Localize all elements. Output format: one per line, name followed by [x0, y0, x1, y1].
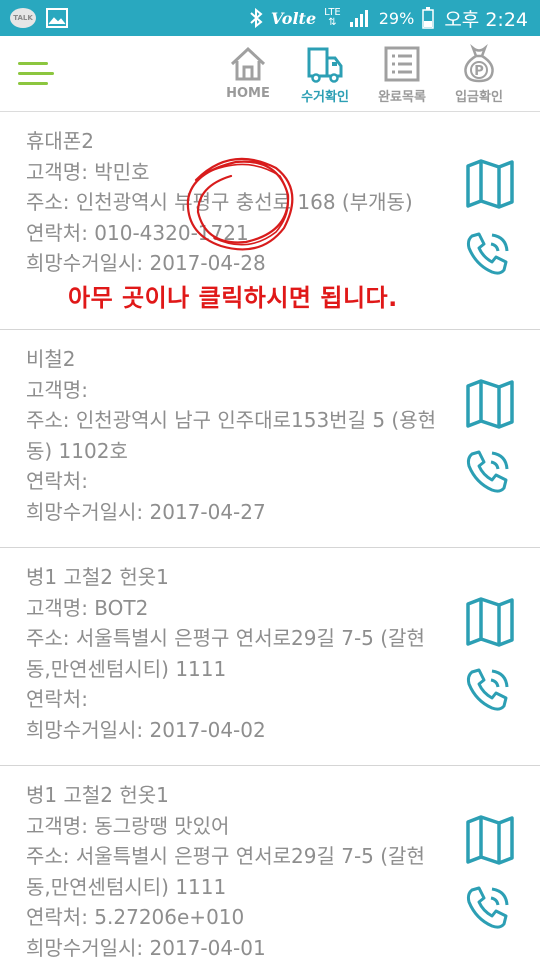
map-icon[interactable] [464, 596, 516, 648]
kakaotalk-icon-label: TALK [13, 14, 33, 22]
item-customer: 고객명: BOT2 [26, 595, 149, 620]
gallery-icon [46, 8, 68, 28]
item-title: 비철2 [26, 347, 76, 371]
battery-percent: 29% [378, 8, 415, 28]
phone-call-icon[interactable] [464, 448, 512, 496]
data-arrows-icon: ⇅ [328, 17, 337, 28]
menu-bar [18, 82, 48, 85]
phone-call-icon[interactable] [464, 666, 512, 714]
phone-call-icon[interactable] [464, 230, 512, 278]
item-date: 희망수거일시: 2017-04-02 [26, 717, 266, 742]
item-title: 병1 고철2 헌옷1 [26, 783, 169, 807]
menu-button[interactable] [18, 60, 54, 88]
tab-home-label: HOME [226, 86, 270, 101]
tab-completed-list[interactable]: 완료목록 [364, 44, 440, 108]
phone-call-icon[interactable] [464, 884, 512, 932]
item-customer: 고객명: 박민호 [26, 159, 150, 184]
list-icon [384, 46, 420, 82]
tab-collect-check[interactable]: 수거확인 [287, 44, 363, 108]
item-contact: 연락처: [26, 687, 88, 711]
list-item[interactable]: 비철2 고객명: 주소: 인천광역시 남구 인주대로153번길 5 (용현동) … [0, 330, 540, 548]
clock: 오후 2:24 [444, 5, 528, 32]
clock-time: 2:24 [485, 8, 528, 31]
signal-icon [349, 10, 368, 27]
item-date: 희망수거일시: 2017-04-01 [26, 935, 266, 960]
item-address: 주소: 인천광역시 부평구 충선로 168 (부개동) [26, 190, 413, 214]
item-address: 주소: 서울특별시 은평구 연서로29길 7-5 (갈현동,만연센텀시티) 11… [26, 844, 425, 899]
item-date: 희망수거일시: 2017-04-28 [26, 251, 266, 275]
pickup-list: 휴대폰2 고객명: 박민호 주소: 인천광역시 부평구 충선로 168 (부개동… [0, 112, 540, 960]
menu-bar [18, 62, 48, 65]
tab-collect-check-label: 수거확인 [301, 90, 349, 105]
tab-deposit-check[interactable]: P 입금확인 [441, 44, 517, 108]
clock-ampm: 오후 [444, 8, 480, 31]
tab-home[interactable]: HOME [210, 44, 286, 108]
item-contact: 연락처: [26, 469, 88, 493]
item-contact: 연락처: 5.27206e+010 [26, 905, 245, 929]
tab-completed-list-label: 완료목록 [378, 90, 426, 105]
item-address: 주소: 인천광역시 남구 인주대로153번길 5 (용현동) 1102호 [26, 408, 437, 463]
item-title: 병1 고철2 헌옷1 [26, 565, 169, 589]
list-item[interactable]: 병1 고철2 헌옷1 고객명: 동그랑땡 맛있어 주소: 서울특별시 은평구 연… [0, 766, 540, 960]
tab-deposit-check-label: 입금확인 [455, 90, 503, 105]
money-bag-icon: P [464, 44, 494, 83]
map-icon[interactable] [464, 814, 516, 866]
item-customer: 고객명: 동그랑땡 맛있어 [26, 813, 230, 838]
battery-icon [422, 7, 435, 29]
item-date: 희망수거일시: 2017-04-27 [26, 499, 266, 524]
item-title: 휴대폰2 [26, 129, 94, 153]
overlay-hint-text: 아무 곳이나 클릭하시면 됩니다. [68, 284, 398, 312]
map-icon[interactable] [464, 158, 516, 210]
kakaotalk-icon: TALK [10, 8, 36, 28]
item-customer: 고객명: [26, 377, 88, 402]
map-icon[interactable] [464, 378, 516, 430]
status-bar: TALK Volte LTE ⇅ 29% 오후 2:24 [0, 0, 540, 36]
item-address: 주소: 서울특별시 은평구 연서로29길 7-5 (갈현동,만연센텀시티) 11… [26, 626, 425, 681]
list-item[interactable]: 병1 고철2 헌옷1 고객명: BOT2 주소: 서울특별시 은평구 연서로29… [0, 548, 540, 766]
menu-bar [18, 72, 54, 75]
bluetooth-icon [250, 8, 263, 28]
app-header: HOME 수거확인 완료목록 P 입금확인 [0, 36, 540, 112]
volte-indicator: Volte [270, 8, 317, 28]
item-contact: 연락처: 010-4320-1721 [26, 220, 249, 245]
home-icon [230, 46, 266, 81]
truck-icon [307, 47, 343, 83]
network-indicator: LTE ⇅ [324, 8, 341, 28]
